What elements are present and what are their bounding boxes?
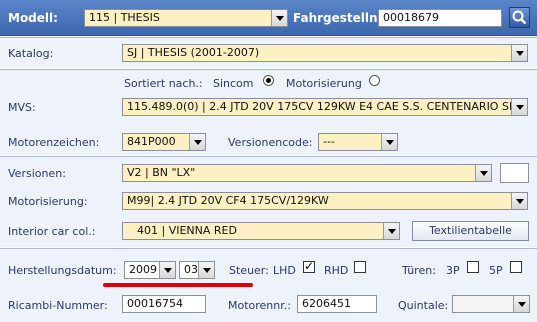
- chevron-down-icon: [189, 134, 205, 150]
- interior-label: Interior car col.:: [8, 225, 96, 238]
- ricambi-label: Ricambi-Nummer:: [8, 299, 108, 312]
- sort-motorisierung-label: Motorisierung: [286, 77, 362, 90]
- versionencode-select[interactable]: ---: [318, 133, 398, 151]
- sort-label: Sortiert nach.:: [124, 77, 203, 90]
- interior-value: 401 | VIENNA RED: [137, 224, 237, 237]
- motorisierung-value: M99| 2.4 JTD 20V CF4 175CV/129KW: [127, 194, 329, 207]
- chevron-down-icon: [381, 134, 397, 150]
- versionen-section: Versionen: V2 | BN "LX" Motorisierung: M…: [0, 156, 537, 247]
- versionencode-label: Versionencode:: [228, 136, 313, 149]
- steuer-label: Steuer:: [229, 264, 269, 277]
- quintale-label: Quintale:: [398, 299, 449, 312]
- highlight-underline: [103, 283, 253, 287]
- lhd-checkbox[interactable]: [303, 259, 315, 273]
- versionen-extra-input[interactable]: [500, 163, 529, 183]
- modell-value: 115 | THESIS: [89, 11, 160, 24]
- chevron-down-icon: [271, 10, 287, 26]
- tueren-3p-label: 3P: [446, 264, 460, 277]
- chevron-down-icon: [475, 165, 491, 181]
- search-button[interactable]: [509, 7, 530, 28]
- versionen-select[interactable]: V2 | BN "LX": [122, 164, 492, 182]
- lhd-label: LHD: [273, 264, 296, 277]
- motorisierung-label: Motorisierung:: [8, 195, 88, 208]
- motorisierung-select[interactable]: M99| 2.4 JTD 20V CF4 175CV/129KW: [122, 192, 528, 210]
- chevron-down-icon: [513, 296, 529, 312]
- modell-label: Modell:: [8, 11, 58, 25]
- year-select[interactable]: 2009: [124, 261, 176, 279]
- mvs-label: MVS:: [8, 101, 36, 114]
- header-bar: Modell: 115 | THESIS Fahrgestellnr.: 000…: [0, 0, 537, 36]
- rhd-checkbox[interactable]: [354, 261, 366, 273]
- motorzeichen-label: Motorenzeichen:: [8, 136, 100, 149]
- details-section: Herstellungsdatum: 2009 03 Steuer: LHD R…: [0, 248, 537, 322]
- chevron-down-icon: [511, 193, 527, 209]
- motorennr-label: Motorennr.:: [228, 299, 291, 312]
- motorzeichen-select[interactable]: 841P000: [122, 133, 206, 151]
- textilientabelle-button[interactable]: Textilientabelle: [412, 221, 529, 241]
- chevron-down-icon: [511, 99, 527, 115]
- chevron-down-icon: [198, 262, 214, 278]
- tueren-label: Türen:: [402, 264, 436, 277]
- search-icon: [512, 10, 527, 25]
- tueren-5p-label: 5P: [489, 264, 503, 277]
- mvs-select[interactable]: 115.489.0(0) | 2.4 JTD 20V 175CV 129KW E…: [122, 98, 528, 116]
- chevron-down-icon: [383, 223, 399, 239]
- sort-sincom-label: Sincom: [213, 77, 254, 90]
- tueren-5p-checkbox[interactable]: [510, 261, 522, 273]
- versionen-value: V2 | BN "LX": [127, 166, 196, 179]
- tueren-3p-checkbox[interactable]: [467, 261, 479, 273]
- rhd-label: RHD: [324, 264, 349, 277]
- interior-select[interactable]: 401 | VIENNA RED: [122, 222, 400, 240]
- katalog-label: Katalog:: [8, 47, 54, 60]
- quintale-select[interactable]: [452, 295, 530, 313]
- sort-motorisierung-radio[interactable]: [369, 75, 380, 86]
- modell-select[interactable]: 115 | THESIS: [84, 9, 288, 27]
- fahrgestell-label: Fahrgestellnr.:: [293, 11, 392, 25]
- katalog-select[interactable]: SJ | THESIS (2001-2007): [122, 44, 528, 62]
- sort-sincom-radio[interactable]: [263, 75, 274, 86]
- mvs-section: Sortiert nach.: Sincom Motorisierung MVS…: [0, 69, 537, 155]
- motorennr-input[interactable]: 6206451: [297, 295, 377, 313]
- katalog-value: SJ | THESIS (2001-2007): [127, 46, 260, 59]
- month-select[interactable]: 03: [179, 261, 215, 279]
- chevron-down-icon: [159, 262, 175, 278]
- chevron-down-icon: [511, 45, 527, 61]
- mvs-value: 115.489.0(0) | 2.4 JTD 20V 175CV 129KW E…: [127, 100, 527, 113]
- versionen-label: Versionen:: [8, 167, 66, 180]
- herstellung-label: Herstellungsdatum:: [8, 264, 117, 277]
- ricambi-input[interactable]: 00016754: [122, 295, 206, 313]
- fahrgestell-input[interactable]: 00018679: [378, 9, 502, 27]
- katalog-section: Katalog: SJ | THESIS (2001-2007): [0, 37, 537, 68]
